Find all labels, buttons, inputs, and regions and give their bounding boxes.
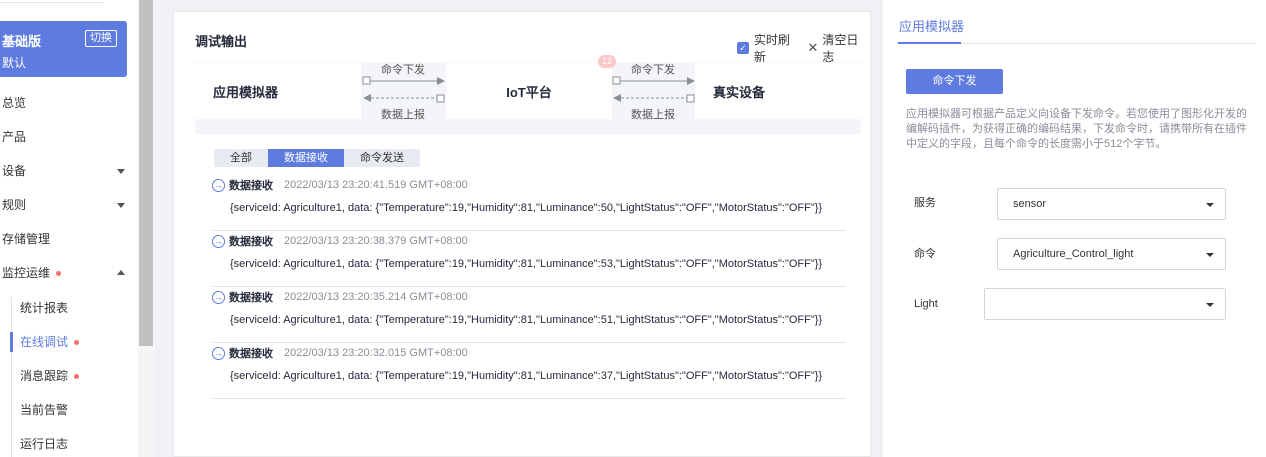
command-select[interactable]: Agriculture_Control_light [997, 238, 1226, 270]
chevron-down-icon[interactable] [117, 203, 125, 208]
log-entry: → 数据接收 2022/03/13 23:20:38.379 GMT+08:00 {… [212, 231, 846, 287]
service-label: 服务 [914, 197, 936, 209]
log-type: 数据接收 [229, 348, 273, 360]
edition-card[interactable]: 基础版 切换 默认 [0, 21, 127, 77]
receive-arrow-icon: → [212, 290, 225, 304]
simulator-description: 应用模拟器可根据产品定义向设备下发命令。若您使用了图形化开发的编解码插件，为获得… [906, 108, 1247, 150]
log-time: 2022/03/13 23:20:38.379 GMT+08:00 [284, 235, 468, 247]
log-payload: {serviceId: Agriculture1, data: {"Temper… [230, 314, 823, 326]
service-value: sensor [1013, 198, 1047, 210]
log-entry: → 数据接收 2022/03/13 23:20:35.214 GMT+08:00 {… [212, 287, 846, 343]
debug-output-panel: 调试输出 ✓ 实时刷新 ✕ 清空日志 应用模拟器 IoT平台 真实设备 命令下发… [173, 11, 871, 457]
sidebar-subitem-run-logs[interactable]: 运行日志 [20, 434, 68, 454]
edition-instance: 默认 [2, 56, 27, 70]
light-select[interactable] [984, 288, 1226, 320]
pending-count-badge: 12 [598, 55, 617, 68]
chevron-up-icon[interactable] [117, 270, 125, 275]
flow-iot-platform: IoT平台 [446, 63, 612, 119]
chevron-down-icon [1206, 253, 1214, 257]
active-tab-indicator [898, 42, 961, 44]
edition-name: 基础版 [2, 34, 42, 49]
sidebar-item-devices[interactable]: 设备 [2, 161, 26, 181]
submenu-guide-line [11, 297, 12, 457]
sidebar-item-rules[interactable]: 规则 [2, 195, 26, 215]
log-payload: {serviceId: Agriculture1, data: {"Temper… [230, 202, 823, 214]
sidebar-subitem-message-trace[interactable]: 消息跟踪 [20, 366, 80, 386]
edition-switch-button[interactable]: 切换 [85, 30, 117, 47]
command-value: Agriculture_Control_light [1013, 248, 1134, 260]
sidebar-top-divider [0, 0, 104, 3]
log-time: 2022/03/13 23:20:41.519 GMT+08:00 [284, 179, 468, 191]
log-entry: → 数据接收 2022/03/13 23:20:41.519 GMT+08:00 {… [212, 175, 846, 231]
sidebar: 基础版 切换 默认 总览 产品 设备 规则 存储管理 监控运维 统计报表 在线调… [0, 0, 138, 457]
chevron-down-icon[interactable] [117, 169, 125, 174]
realtime-refresh-checkbox[interactable]: ✓ [737, 42, 749, 54]
receive-arrow-icon: → [212, 346, 225, 360]
log-type: 数据接收 [229, 236, 273, 248]
sidebar-subitem-statistics[interactable]: 统计报表 [20, 298, 68, 318]
service-select[interactable]: sensor [997, 188, 1226, 220]
sidebar-item-storage[interactable]: 存储管理 [2, 229, 50, 249]
notification-dot [74, 374, 80, 380]
log-filter-tabs: 全部 数据接收 命令发送 [214, 149, 420, 167]
sidebar-item-overview[interactable]: 总览 [2, 93, 26, 113]
notification-dot [56, 271, 62, 277]
flow-real-device: 真实设备 [695, 63, 861, 119]
light-label: Light [914, 298, 938, 310]
tab-command-sent[interactable]: 命令发送 [344, 149, 420, 167]
send-command-button[interactable]: 命令下发 [906, 69, 1003, 94]
log-type: 数据接收 [229, 292, 273, 304]
chevron-down-icon [1206, 203, 1214, 207]
tab-data-received[interactable]: 数据接收 [268, 149, 344, 167]
log-type: 数据接收 [229, 180, 273, 192]
tab-divider [961, 43, 1256, 44]
chevron-down-icon [1206, 303, 1214, 307]
sidebar-scrollbar-thumb[interactable] [139, 0, 153, 346]
tab-app-simulator[interactable]: 应用模拟器 [899, 16, 964, 35]
sidebar-item-label: 在线调试 [20, 335, 69, 349]
page-title: 调试输出 [195, 34, 248, 49]
flow-label-cmd-down: 命令下发 [381, 64, 425, 76]
notification-dot [74, 340, 80, 346]
log-payload: {serviceId: Agriculture1, data: {"Temper… [230, 370, 823, 382]
receive-arrow-icon: → [212, 234, 225, 248]
flow-label-data-up: 数据上报 [381, 109, 425, 121]
log-time: 2022/03/13 23:20:32.015 GMT+08:00 [284, 347, 468, 359]
log-list: → 数据接收 2022/03/13 23:20:41.519 GMT+08:00 {… [212, 175, 846, 399]
tab-all[interactable]: 全部 [214, 149, 268, 167]
app-simulator-panel: 应用模拟器 命令下发 应用模拟器可根据产品定义向设备下发命令。若您使用了图形化开… [883, 0, 1266, 457]
sidebar-item-monitoring[interactable]: 监控运维 [2, 263, 62, 283]
sidebar-subitem-online-debug[interactable]: 在线调试 [20, 332, 80, 352]
log-options: ✓ 实时刷新 ✕ 清空日志 [737, 31, 870, 65]
sidebar-item-label: 监控运维 [2, 266, 51, 280]
submenu-active-indicator [10, 332, 13, 352]
sidebar-subitem-alarms[interactable]: 当前告警 [20, 400, 68, 420]
flow-label-cmd-down: 命令下发 [631, 64, 675, 76]
log-payload: {serviceId: Agriculture1, data: {"Temper… [230, 258, 823, 270]
command-label: 命令 [914, 248, 936, 260]
sidebar-item-label: 消息跟踪 [20, 369, 69, 383]
log-time: 2022/03/13 23:20:35.214 GMT+08:00 [284, 291, 468, 303]
realtime-refresh-label[interactable]: 实时刷新 [754, 31, 802, 65]
clear-log-button[interactable]: 清空日志 [822, 31, 870, 65]
close-icon[interactable]: ✕ [807, 40, 818, 56]
flow-label-data-up: 数据上报 [631, 109, 675, 121]
sidebar-item-products[interactable]: 产品 [2, 127, 26, 147]
log-entry: → 数据接收 2022/03/13 23:20:32.015 GMT+08:00 {… [212, 343, 846, 399]
receive-arrow-icon: → [212, 178, 225, 192]
flow-app-simulator: 应用模拟器 [195, 63, 361, 119]
